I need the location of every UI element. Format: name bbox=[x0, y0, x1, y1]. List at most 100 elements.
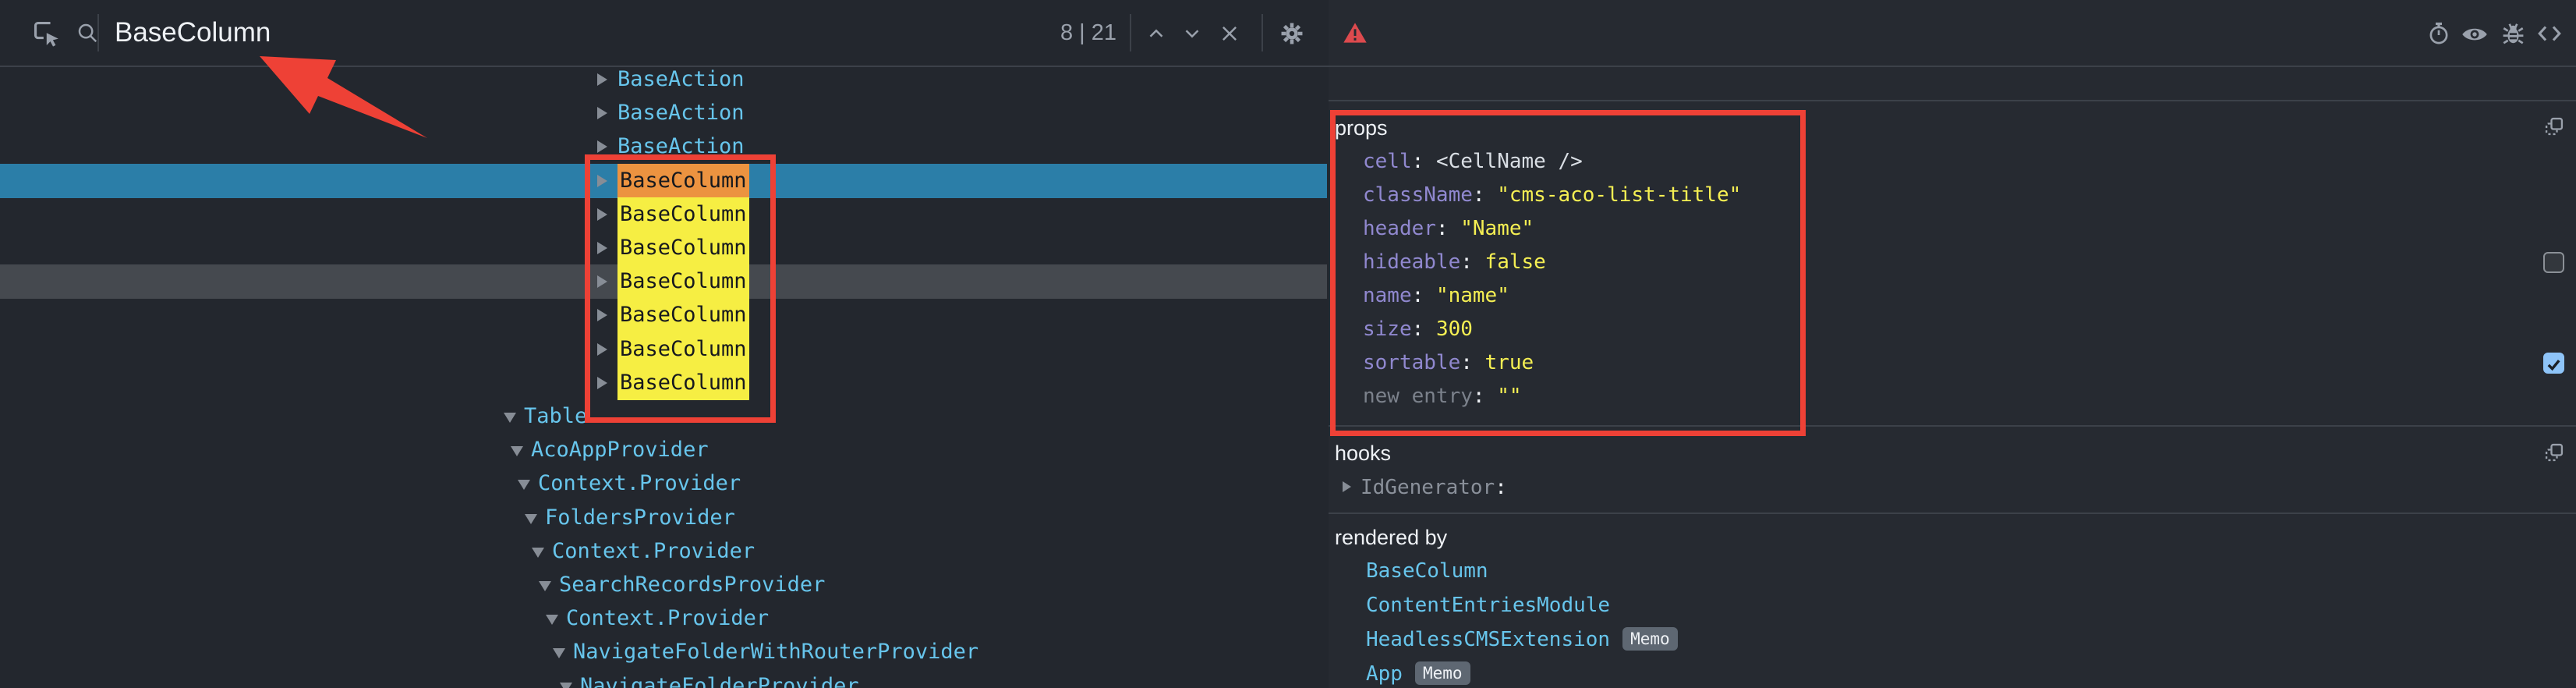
tree-toolbar: BaseColumn 8 | 21 bbox=[0, 0, 1327, 66]
chevron-right-icon[interactable] bbox=[597, 208, 607, 221]
chevron-down-icon[interactable] bbox=[511, 446, 523, 456]
chevron-right-icon[interactable] bbox=[597, 140, 607, 153]
component-name: NavigateFolderProvider bbox=[580, 669, 859, 688]
prop-row-className[interactable]: className: "cms-aco-list-title" bbox=[1363, 179, 1741, 212]
chevron-down-icon[interactable] bbox=[546, 615, 558, 625]
component-name: BaseColumn bbox=[617, 197, 749, 232]
rendered-by-contententriesmodule[interactable]: ContentEntriesModule bbox=[1366, 588, 1610, 622]
chevron-right-icon[interactable] bbox=[597, 309, 607, 321]
chevron-right-icon[interactable] bbox=[597, 275, 607, 288]
chevron-down-icon[interactable] bbox=[539, 581, 551, 591]
prop-value[interactable]: <CellName /> bbox=[1436, 150, 1583, 173]
component-name: BaseAction bbox=[617, 62, 745, 97]
tree-row-navigatefolderprovider[interactable]: NavigateFolderProvider bbox=[0, 669, 1327, 688]
prop-colon: : bbox=[1473, 385, 1497, 408]
eye-icon[interactable] bbox=[2461, 23, 2489, 46]
prop-key: className bbox=[1363, 183, 1473, 207]
stopwatch-icon[interactable] bbox=[2426, 21, 2451, 46]
tree-row-context-provider[interactable]: Context.Provider bbox=[0, 466, 1327, 501]
prop-row-new-entry[interactable]: new entry: "" bbox=[1363, 380, 1522, 413]
component-tree-panel: BaseColumn 8 | 21 bbox=[0, 0, 1327, 688]
bug-icon[interactable] bbox=[2500, 20, 2526, 47]
toolbar-divider bbox=[1130, 14, 1131, 51]
tree-row-context-provider[interactable]: Context.Provider bbox=[0, 534, 1327, 569]
prop-row-size[interactable]: size: 300 bbox=[1363, 313, 1473, 346]
tree-row-baseaction[interactable]: BaseAction bbox=[0, 96, 1327, 130]
prop-key: name bbox=[1363, 284, 1412, 307]
component-name: NavigateFolderWithRouterProvider bbox=[573, 635, 978, 669]
chevron-up-icon[interactable] bbox=[1145, 22, 1168, 45]
chevron-right-icon[interactable] bbox=[1343, 481, 1351, 492]
prop-row-cell[interactable]: cell: <CellName /> bbox=[1363, 145, 1583, 179]
prop-value[interactable]: 300 bbox=[1436, 317, 1473, 341]
prop-colon: : bbox=[1460, 250, 1484, 274]
chevron-down-icon[interactable] bbox=[504, 413, 516, 423]
tree-row-basecolumn[interactable]: BaseColumn bbox=[0, 332, 1327, 367]
prop-value[interactable]: true bbox=[1485, 351, 1534, 374]
inspect-element-icon[interactable] bbox=[31, 19, 61, 48]
tree-row-baseaction[interactable]: BaseAction bbox=[0, 62, 1327, 97]
prop-value[interactable]: false bbox=[1485, 250, 1546, 274]
hideable-checkbox[interactable] bbox=[2543, 252, 2564, 273]
copy-props-icon[interactable] bbox=[2543, 115, 2565, 137]
prop-row-hideable[interactable]: hideable: false bbox=[1363, 246, 1546, 279]
prop-value[interactable]: "Name" bbox=[1460, 217, 1534, 240]
component-name: SearchRecordsProvider bbox=[559, 568, 825, 602]
chevron-down-icon[interactable] bbox=[560, 683, 572, 688]
owner-name[interactable]: BaseColumn bbox=[1366, 559, 1488, 583]
component-name: FoldersProvider bbox=[545, 501, 735, 535]
prop-value[interactable]: "" bbox=[1497, 385, 1521, 408]
chevron-right-icon[interactable] bbox=[597, 343, 607, 356]
component-name: BaseColumn bbox=[617, 366, 749, 400]
rendered-by-app[interactable]: App Memo bbox=[1366, 657, 1470, 688]
rendered-by-basecolumn[interactable]: BaseColumn bbox=[1366, 554, 1488, 588]
tree-row-basecolumn[interactable]: BaseColumn bbox=[0, 298, 1327, 332]
component-tree: BaseActionBaseActionBaseActionBaseColumn… bbox=[0, 66, 1327, 688]
search-input[interactable]: BaseColumn bbox=[115, 0, 271, 66]
tree-row-baseaction[interactable]: BaseAction bbox=[0, 129, 1327, 164]
tree-row-context-provider[interactable]: Context.Provider bbox=[0, 601, 1327, 636]
sortable-checkbox[interactable] bbox=[2543, 353, 2564, 374]
chevron-right-icon[interactable] bbox=[597, 242, 607, 254]
chevron-right-icon[interactable] bbox=[597, 107, 607, 119]
tree-row-navigatefolderwithrouterprovider[interactable]: NavigateFolderWithRouterProvider bbox=[0, 635, 1327, 669]
prop-row-sortable[interactable]: sortable: true bbox=[1363, 346, 1534, 380]
owner-name[interactable]: App bbox=[1366, 662, 1403, 686]
chevron-down-icon[interactable] bbox=[518, 480, 530, 490]
code-icon[interactable] bbox=[2536, 22, 2563, 45]
gear-icon[interactable] bbox=[1279, 20, 1305, 47]
tree-row-basecolumn[interactable]: BaseColumn bbox=[0, 231, 1327, 265]
chevron-down-icon[interactable] bbox=[525, 514, 537, 524]
memo-badge: Memo bbox=[1415, 661, 1470, 685]
prop-value[interactable]: "cms-aco-list-title" bbox=[1497, 183, 1741, 207]
chevron-right-icon[interactable] bbox=[597, 73, 607, 86]
prop-row-header[interactable]: header: "Name" bbox=[1363, 212, 1534, 246]
tree-row-foldersprovider[interactable]: FoldersProvider bbox=[0, 501, 1327, 535]
hook-item-idgenerator[interactable]: IdGenerator: bbox=[1361, 471, 1507, 505]
owner-name[interactable]: ContentEntriesModule bbox=[1366, 594, 1610, 617]
tree-row-basecolumn[interactable]: BaseColumn bbox=[0, 164, 1327, 198]
hook-name: IdGenerator bbox=[1361, 476, 1495, 499]
tree-row-table[interactable]: Table bbox=[0, 399, 1327, 434]
tree-row-searchrecordsprovider[interactable]: SearchRecordsProvider bbox=[0, 568, 1327, 602]
rendered-by-section-label: rendered by bbox=[1335, 521, 1447, 555]
tree-row-basecolumn[interactable]: BaseColumn bbox=[0, 264, 1327, 299]
tree-row-basecolumn[interactable]: BaseColumn bbox=[0, 197, 1327, 232]
copy-hooks-icon[interactable] bbox=[2543, 442, 2565, 463]
prop-row-name[interactable]: name: "name" bbox=[1363, 279, 1509, 313]
chevron-right-icon[interactable] bbox=[597, 175, 607, 187]
component-name: BaseAction bbox=[617, 96, 745, 130]
component-name: BaseColumn bbox=[617, 332, 749, 367]
close-icon[interactable] bbox=[1218, 22, 1241, 45]
rendered-by-headlesscmsextension[interactable]: HeadlessCMSExtensionMemo bbox=[1366, 622, 1678, 657]
owner-name[interactable]: HeadlessCMSExtension bbox=[1366, 628, 1610, 651]
tree-row-basecolumn[interactable]: BaseColumn bbox=[0, 366, 1327, 400]
chevron-right-icon[interactable] bbox=[597, 377, 607, 389]
chevron-down-icon[interactable] bbox=[553, 648, 565, 658]
tree-row-acoappprovider[interactable]: AcoAppProvider bbox=[0, 433, 1327, 467]
component-name: Table bbox=[524, 399, 587, 434]
prop-value[interactable]: "name" bbox=[1436, 284, 1509, 307]
chevron-down-icon[interactable] bbox=[532, 548, 544, 558]
chevron-down-icon[interactable] bbox=[1180, 22, 1204, 45]
props-hooks-divider bbox=[1329, 425, 2576, 427]
